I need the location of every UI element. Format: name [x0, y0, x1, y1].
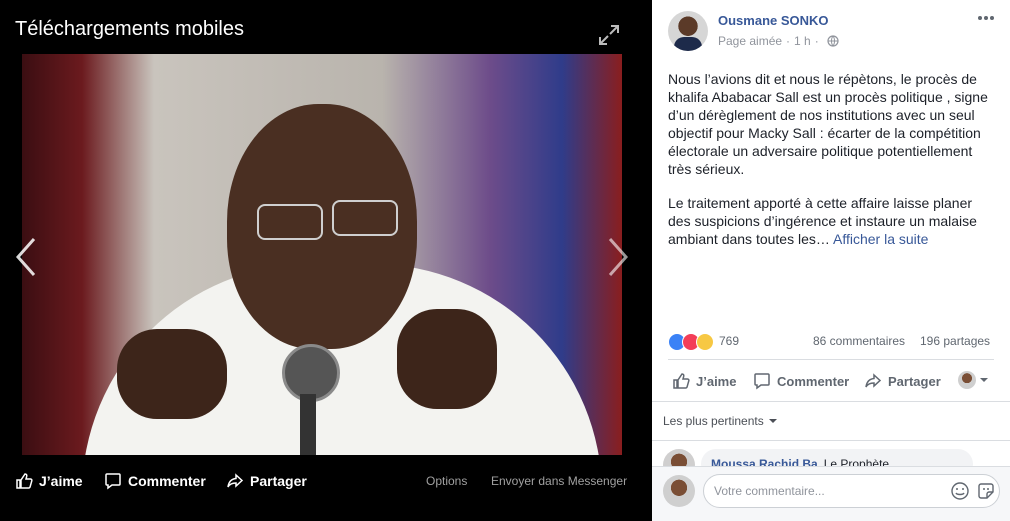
author-name[interactable]: Ousmane SONKO [718, 13, 829, 28]
next-photo-icon[interactable] [604, 235, 632, 279]
more-options-icon[interactable] [977, 15, 995, 21]
reaction-icons[interactable] [668, 333, 714, 351]
page-liked-label: Page aimée [718, 34, 783, 48]
see-more-link[interactable]: Afficher la suite [833, 231, 928, 247]
page-avatar [958, 371, 976, 389]
comment-button[interactable]: Commenter [104, 472, 206, 490]
author-avatar[interactable] [668, 11, 708, 51]
share-icon [227, 473, 244, 488]
post-meta: Page aimée · 1 h · [718, 34, 839, 48]
user-avatar [663, 475, 695, 507]
thumbs-up-icon [673, 373, 690, 389]
reaction-count[interactable]: 769 [719, 334, 739, 348]
post-text: Nous l’avions dit et nous le répètons, l… [668, 70, 988, 248]
expand-icon[interactable] [598, 24, 620, 46]
post-actions: J’aime Commenter Partager [668, 366, 994, 396]
comment-sort-bar: Les plus pertinents [652, 401, 1010, 441]
post-share-button[interactable]: Partager [864, 372, 941, 390]
chevron-down-icon [980, 378, 988, 382]
post-time[interactable]: 1 h [794, 34, 811, 48]
thumbs-up-icon [16, 473, 33, 489]
album-title: Téléchargements mobiles [15, 18, 244, 40]
comments-count[interactable]: 86 commentaires [813, 334, 905, 348]
comment-icon [754, 373, 770, 390]
share-button[interactable]: Partager [226, 472, 307, 490]
chevron-down-icon [768, 419, 777, 423]
sticker-icon[interactable] [976, 481, 996, 501]
viewer-action-bar: J’aime Commenter Partager Options Envoye… [0, 462, 652, 502]
post-like-button[interactable]: J’aime [672, 372, 736, 390]
sad-reaction-icon [696, 333, 714, 351]
comment-composer [652, 466, 1010, 521]
previous-photo-icon[interactable] [12, 235, 40, 279]
share-icon [865, 373, 882, 388]
post-paragraph-1: Nous l’avions dit et nous le répètons, l… [668, 71, 988, 177]
send-messenger-link[interactable]: Envoyer dans Messenger [491, 474, 627, 488]
emoji-icon[interactable] [950, 481, 970, 501]
comment-icon [105, 473, 121, 490]
reactions-summary: 769 86 commentaires 196 partages [668, 331, 996, 355]
post-photo [22, 54, 622, 455]
post-panel: Ousmane SONKO Page aimée · 1 h · Nous l’… [652, 0, 1010, 521]
divider [668, 359, 994, 360]
like-button[interactable]: J’aime [15, 472, 83, 490]
post-paragraph-2: Le traitement apporté à cette affaire la… [668, 195, 977, 247]
comment-sort-dropdown[interactable]: Les plus pertinents [663, 414, 777, 428]
post-as-selector[interactable] [958, 371, 995, 389]
photo-viewer: Téléchargements mobiles J’aime Commenter [0, 0, 652, 521]
globe-icon [827, 35, 839, 47]
post-comment-button[interactable]: Commenter [753, 372, 849, 390]
shares-count[interactable]: 196 partages [920, 334, 990, 348]
options-link[interactable]: Options [426, 474, 467, 488]
